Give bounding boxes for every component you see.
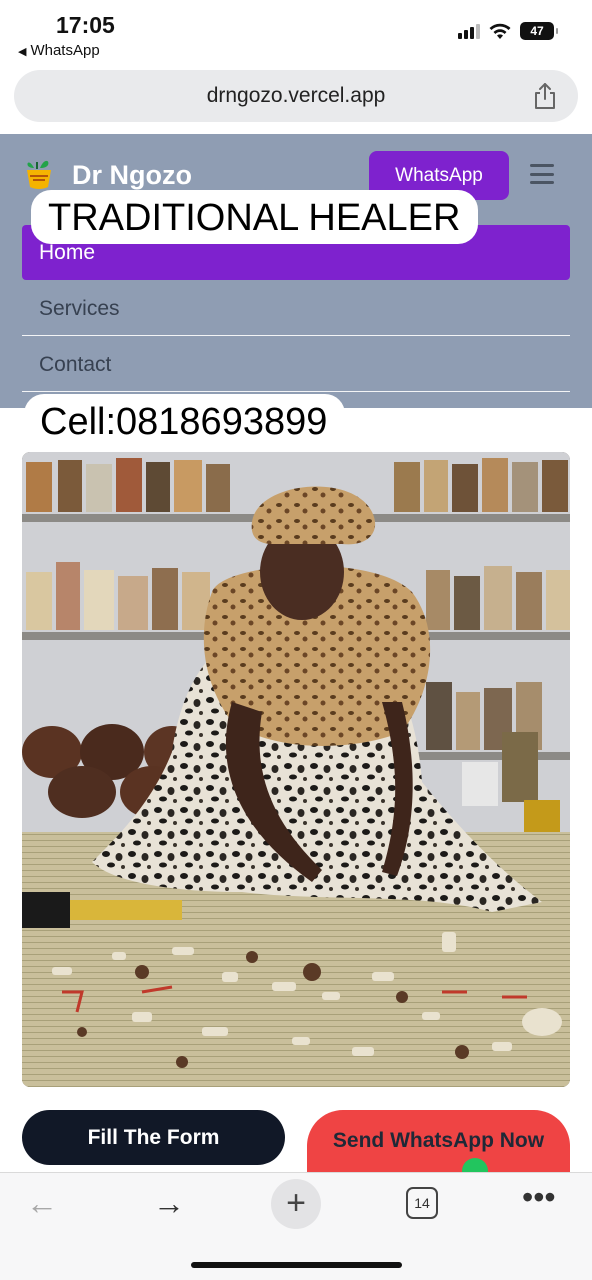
more-icon[interactable]: ••• (522, 1179, 556, 1216)
status-time: 17:05 (56, 12, 115, 38)
share-icon[interactable] (532, 82, 558, 110)
tabs-count-icon[interactable]: 14 (406, 1187, 438, 1219)
hero-photo (22, 452, 570, 1087)
home-indicator (191, 1262, 402, 1268)
nav-item-contact[interactable]: Contact (22, 337, 570, 392)
back-triangle-icon: ◀ (18, 46, 27, 58)
back-app-label: WhatsApp (30, 42, 100, 59)
url-bar[interactable]: drngozo.vercel.app (14, 70, 578, 122)
battery-icon: 47 (520, 22, 558, 40)
logo-icon (27, 160, 51, 189)
headline-caption: TRADITIONAL HEALER (31, 190, 479, 244)
status-icons: 47 (458, 22, 558, 40)
menu-icon[interactable] (530, 164, 554, 184)
nav-item-services[interactable]: Services (22, 281, 570, 336)
back-arrow-icon[interactable]: ← (26, 1185, 58, 1222)
status-bar: 17:05 ◀ WhatsApp 47 (0, 0, 592, 68)
wifi-icon (489, 23, 511, 39)
forward-arrow-icon[interactable]: → (153, 1185, 185, 1222)
signal-icon (458, 23, 480, 39)
fill-form-button[interactable]: Fill The Form (22, 1110, 285, 1165)
site-header: Dr Ngozo WhatsApp Home Services Contact (0, 134, 592, 408)
url-text: drngozo.vercel.app (206, 84, 386, 107)
brand-name[interactable]: Dr Ngozo (72, 160, 192, 191)
new-tab-plus-icon[interactable]: + (271, 1179, 321, 1229)
cell-number-caption: Cell:0818693899 (24, 394, 346, 449)
send-whatsapp-button[interactable]: Send WhatsApp Now (307, 1110, 570, 1180)
back-to-app-link[interactable]: ◀ WhatsApp (18, 42, 100, 59)
